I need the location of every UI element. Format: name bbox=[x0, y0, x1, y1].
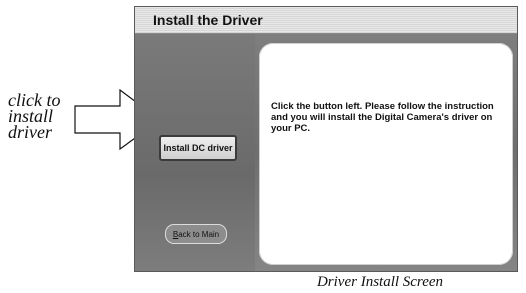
instruction-panel: Click the button left. Please follow the… bbox=[259, 43, 513, 265]
install-dc-driver-label: Install DC driver bbox=[163, 143, 233, 153]
back-to-main-label: Back to Main bbox=[173, 230, 219, 239]
back-label-rest: ack to Main bbox=[178, 229, 220, 239]
instruction-text: Click the button left. Please follow the… bbox=[271, 101, 494, 134]
figure-caption: Driver Install Screen bbox=[316, 274, 444, 290]
install-dc-driver-button[interactable]: Install DC driver bbox=[159, 135, 237, 161]
annotation-line-3: driver bbox=[8, 122, 52, 142]
back-to-main-button[interactable]: Back to Main bbox=[165, 224, 227, 244]
annotation-text: click to install driver bbox=[8, 91, 78, 142]
driver-install-window: Install the Driver Install DC driver Bac… bbox=[134, 6, 518, 272]
title-bar: Install the Driver bbox=[135, 7, 517, 34]
left-panel: Install DC driver Back to Main bbox=[135, 34, 255, 271]
window-title: Install the Driver bbox=[153, 12, 263, 28]
